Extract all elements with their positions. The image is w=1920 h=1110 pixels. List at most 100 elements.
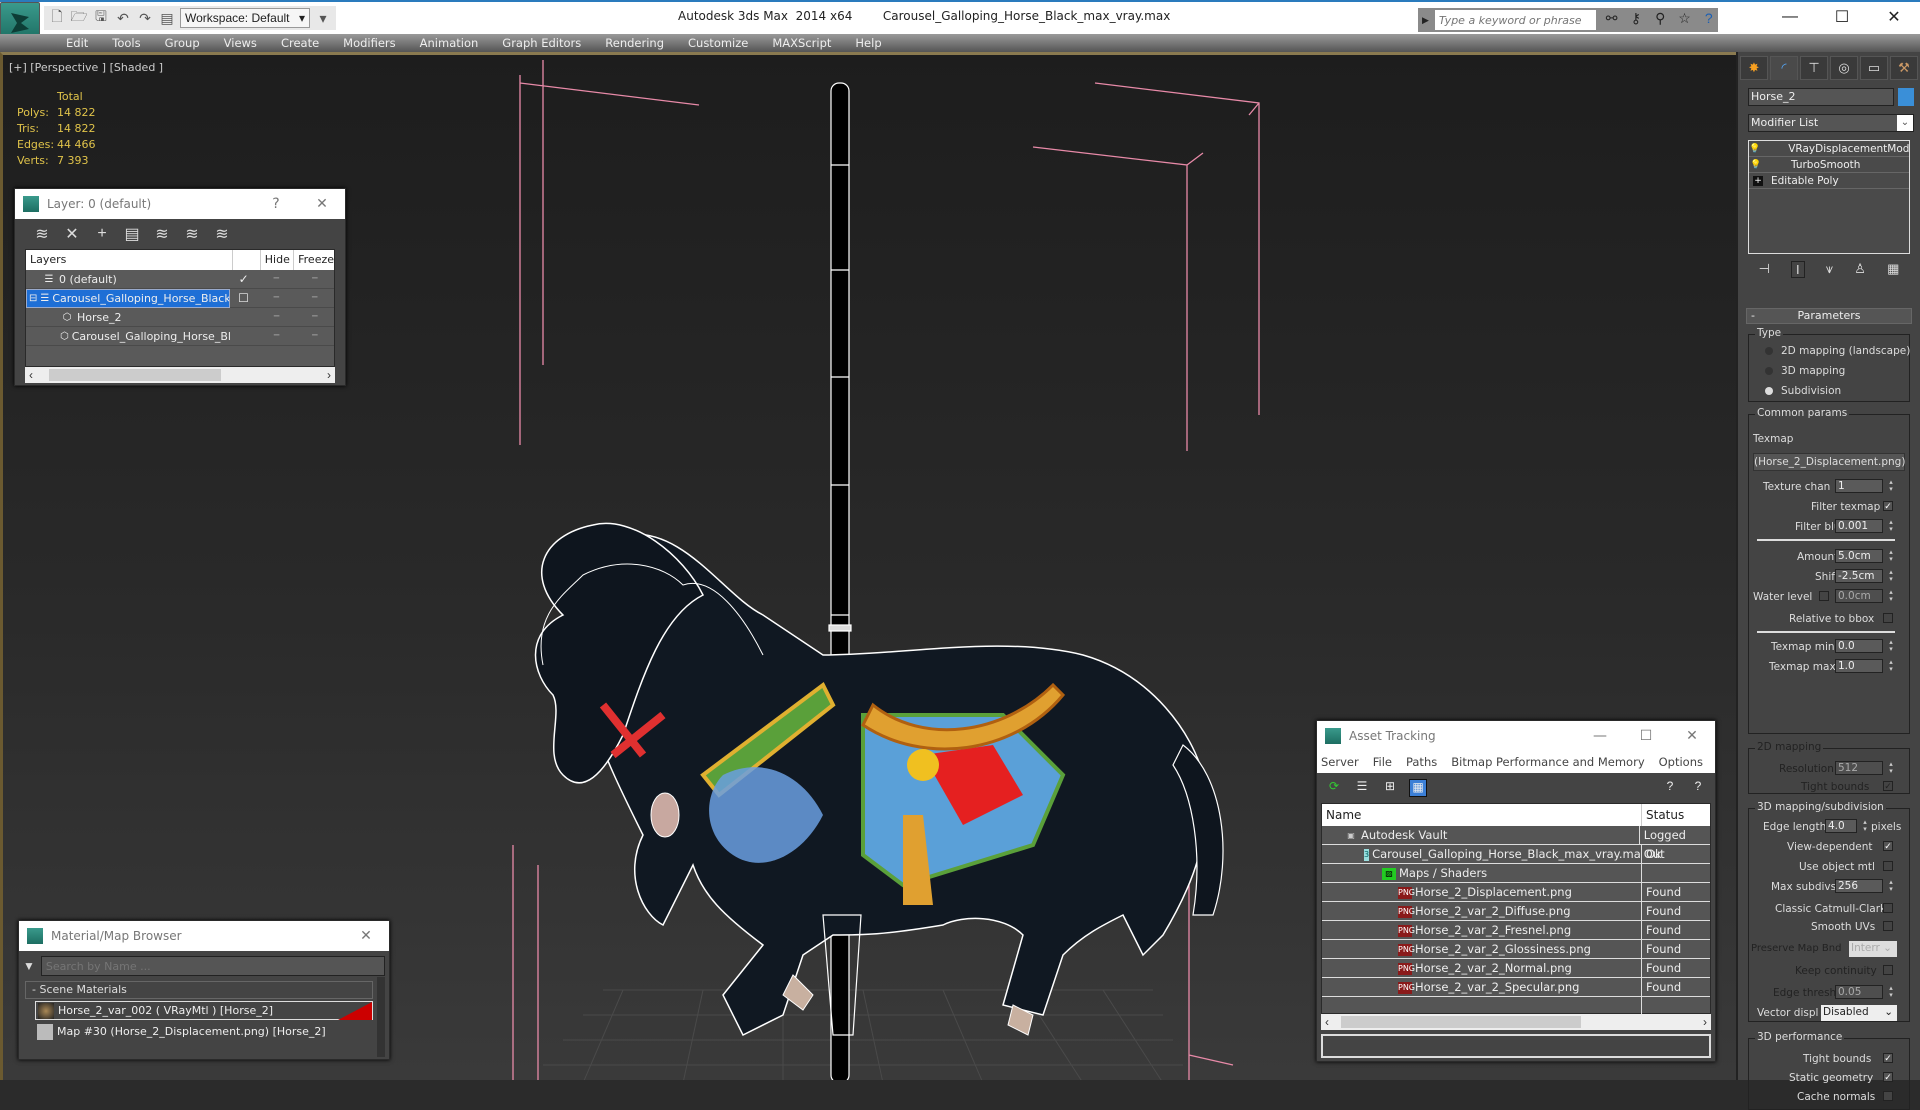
max-subdivs-spinner[interactable]: 256: [1835, 879, 1883, 893]
horizontal-scrollbar[interactable]: ‹ ›: [1321, 1014, 1711, 1030]
view-dependent-checkbox[interactable]: ✓: [1883, 841, 1893, 851]
delete-layer-icon[interactable]: ✕: [63, 224, 81, 244]
asset-row[interactable]: PNG Horse_2_Displacement.png Found: [1322, 883, 1710, 902]
remove-modifier-icon[interactable]: ♙: [1854, 261, 1866, 277]
texture-chan-spinner[interactable]: 1: [1835, 479, 1883, 493]
stack-item[interactable]: 💡 TurboSmooth: [1749, 157, 1909, 173]
menu-file[interactable]: File: [1373, 755, 1392, 769]
display-tab-icon[interactable]: ▭: [1860, 56, 1888, 80]
edge-length-spinner[interactable]: 4.0: [1825, 819, 1857, 833]
menu-paths[interactable]: Paths: [1406, 755, 1437, 769]
edge-thresh-spinner[interactable]: 0.05: [1835, 985, 1883, 999]
freeze-all-icon[interactable]: ≋: [213, 224, 231, 244]
texmap-max-spinner[interactable]: 1.0: [1835, 659, 1883, 673]
spinner-arrows-icon[interactable]: ▴ ▾: [1887, 659, 1895, 673]
close-button[interactable]: ✕: [343, 928, 389, 944]
classic-catmull-clark-checkbox[interactable]: [1883, 903, 1893, 913]
spinner-arrows-icon[interactable]: ▴ ▾: [1887, 569, 1895, 583]
column-freeze[interactable]: Freeze: [294, 250, 334, 270]
menu-tools[interactable]: Tools: [100, 36, 152, 50]
asset-row[interactable]: PNG Horse_2_var_2_Fresnel.png Found: [1322, 921, 1710, 940]
scene-materials-group[interactable]: - Scene Materials: [25, 981, 373, 999]
help-globe-icon[interactable]: ?: [1661, 779, 1679, 797]
hide-toggle[interactable]: ━: [257, 331, 295, 341]
close-button[interactable]: ✕: [1868, 2, 1920, 32]
asset-row[interactable]: PNG Horse_2_var_2_Specular.png Found: [1322, 978, 1710, 997]
material-search-input[interactable]: [40, 956, 385, 976]
relative-bbox-checkbox[interactable]: [1883, 613, 1893, 623]
column-status[interactable]: Status: [1642, 804, 1684, 826]
current-layer-check[interactable]: ✓: [230, 272, 257, 286]
radio-subdivision[interactable]: Subdivision: [1765, 385, 1841, 397]
create-layer-icon[interactable]: ≋: [33, 224, 51, 244]
spinner-arrows-icon[interactable]: ▴ ▾: [1887, 761, 1895, 775]
refresh-icon[interactable]: ⟳: [1325, 779, 1343, 797]
static-geometry-checkbox[interactable]: ✓: [1883, 1072, 1893, 1082]
hierarchy-tab-icon[interactable]: ⊤: [1800, 56, 1828, 80]
collapse-icon[interactable]: ⊟: [29, 290, 37, 307]
asset-row[interactable]: ▨ Maps / Shaders: [1322, 864, 1710, 883]
help-icon[interactable]: ?: [1700, 10, 1718, 30]
key-icon[interactable]: ⚷: [1627, 10, 1645, 30]
filter-blur-spinner[interactable]: 0.001: [1835, 519, 1883, 533]
select-objects-icon[interactable]: ▤: [123, 224, 141, 244]
spinner-arrows-icon[interactable]: ▴ ▾: [1887, 549, 1895, 563]
asset-row[interactable]: PNG Horse_2_var_2_Normal.png Found: [1322, 959, 1710, 978]
menu-create[interactable]: Create: [269, 36, 331, 50]
menu-help[interactable]: Help: [843, 36, 893, 50]
material-item[interactable]: Map #30 (Horse_2_Displacement.png) [Hors…: [35, 1022, 373, 1041]
help-icon[interactable]: ?: [1689, 779, 1707, 797]
spinner-arrows-icon[interactable]: ▴ ▾: [1887, 639, 1895, 653]
star-icon[interactable]: ☆: [1675, 10, 1693, 30]
pin-stack-icon[interactable]: ⊣: [1759, 261, 1770, 277]
menu-options[interactable]: Options: [1659, 755, 1703, 769]
spinner-arrows-icon[interactable]: ▴ ▾: [1887, 985, 1895, 999]
layer-row[interactable]: ⬡Carousel_Galloping_Horse_Black ━━: [26, 327, 334, 346]
freeze-toggle[interactable]: ━: [296, 274, 334, 284]
parameters-rollout-header[interactable]: - Parameters: [1746, 308, 1912, 324]
cache-normals-checkbox[interactable]: [1883, 1091, 1893, 1101]
maximize-button[interactable]: ☐: [1623, 728, 1669, 744]
viewport-label[interactable]: [+] [Perspective ] [Shaded ]: [9, 61, 163, 74]
radio-3d-mapping[interactable]: 3D mapping: [1765, 365, 1845, 377]
spinner-arrows-icon[interactable]: ▴ ▾: [1887, 519, 1895, 533]
search-input[interactable]: [1434, 10, 1597, 30]
current-layer-check[interactable]: ☐: [230, 291, 257, 305]
water-level-spinner[interactable]: 0.0cm: [1835, 589, 1883, 603]
new-file-icon[interactable]: 🗋: [48, 8, 66, 27]
asset-path-field[interactable]: [1321, 1034, 1711, 1058]
close-button[interactable]: ✕: [299, 196, 345, 212]
undo-icon[interactable]: ↶: [114, 9, 132, 27]
menu-animation[interactable]: Animation: [408, 36, 491, 50]
spinner-arrows-icon[interactable]: ▴ ▾: [1887, 589, 1895, 603]
table-view-icon[interactable]: ▦: [1409, 779, 1427, 797]
object-color-swatch[interactable]: [1898, 88, 1914, 106]
filter-texmap-checkbox[interactable]: ✓: [1883, 501, 1893, 511]
object-name-field[interactable]: Horse_2: [1748, 88, 1894, 106]
spinner-arrows-icon[interactable]: ▴ ▾: [1887, 479, 1895, 493]
column-name[interactable]: Name: [1322, 804, 1642, 826]
menu-maxscript[interactable]: MAXScript: [760, 36, 843, 50]
bulb-icon[interactable]: 💡: [1749, 144, 1760, 154]
tree-view-icon[interactable]: ⊞: [1381, 779, 1399, 797]
layer-row[interactable]: ☰ 0 (default) ✓ ━ ━: [26, 270, 334, 289]
perf-tight-bounds-checkbox[interactable]: ✓: [1883, 1053, 1893, 1063]
scroll-left-icon[interactable]: ‹: [1325, 1015, 1329, 1029]
layer-row[interactable]: ⬡ Horse_2 ━ ━: [26, 308, 334, 327]
minimize-button[interactable]: —: [1764, 2, 1816, 32]
tight-bounds-checkbox[interactable]: ✓: [1883, 781, 1893, 791]
use-object-mtl-checkbox[interactable]: [1883, 861, 1893, 871]
vector-displ-dropdown[interactable]: Disabled ⌄: [1821, 1005, 1897, 1021]
menu-graph-editors[interactable]: Graph Editors: [490, 36, 593, 50]
make-unique-icon[interactable]: ⩛: [1826, 261, 1833, 277]
project-folder-icon[interactable]: ▤: [158, 9, 176, 27]
menu-server[interactable]: Server: [1321, 755, 1359, 769]
asset-tracking-titlebar[interactable]: Asset Tracking — ☐ ✕: [1317, 721, 1715, 751]
customize-toolbar-icon[interactable]: ▾: [314, 9, 332, 27]
configure-sets-icon[interactable]: ▦: [1887, 261, 1899, 277]
layer-row[interactable]: ⊟ ☰ Carousel_Galloping_Horse_Black ☐ ━ ━: [26, 288, 334, 308]
scroll-right-icon[interactable]: ›: [1703, 1015, 1707, 1029]
menu-rendering[interactable]: Rendering: [593, 36, 676, 50]
close-button[interactable]: ✕: [1669, 728, 1715, 744]
hide-toggle[interactable]: ━: [257, 293, 295, 303]
